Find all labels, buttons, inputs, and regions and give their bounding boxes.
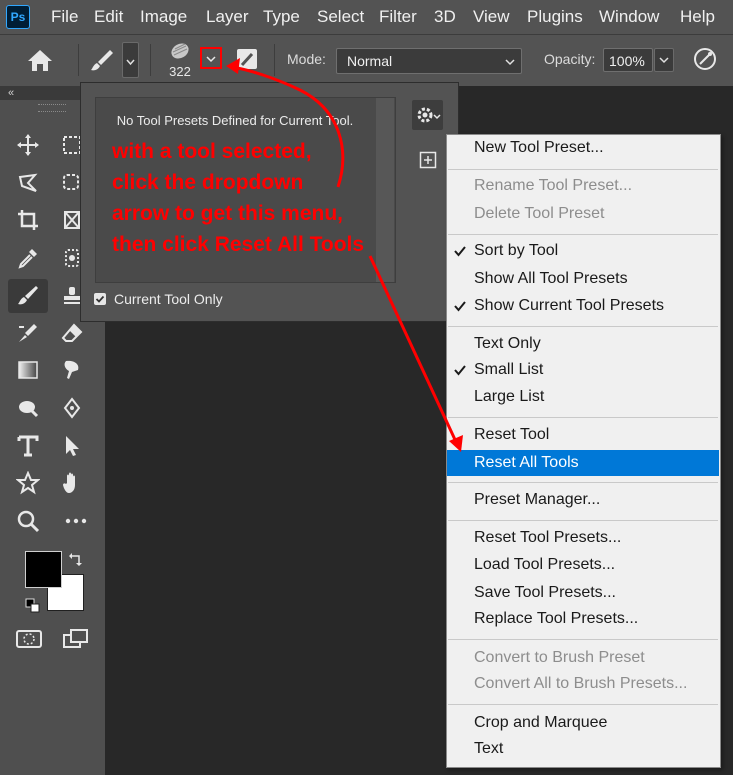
current-tool-only-checkbox[interactable]: Current Tool Only — [94, 291, 223, 307]
mode-label: Mode: — [287, 51, 326, 67]
menu-item-reset-tool[interactable]: Reset Tool — [447, 423, 719, 447]
brush-icon[interactable] — [8, 279, 48, 313]
menu-item-new-tool-preset[interactable]: New Tool Preset... — [447, 136, 719, 160]
pressure-opacity-icon[interactable] — [692, 46, 718, 72]
menu-item-convert-to-brush-preset: Convert to Brush Preset — [474, 649, 645, 666]
foreground-color-swatch[interactable] — [25, 551, 62, 588]
menu-item-convert-all-to-brush-presets: Convert All to Brush Presets... — [474, 675, 688, 692]
brush-picker-dropdown-arrow[interactable] — [200, 47, 222, 69]
menu-separator — [448, 482, 718, 483]
hand-icon[interactable] — [55, 468, 89, 498]
menu-item-large-list[interactable]: Large List — [447, 385, 719, 409]
lasso-icon[interactable] — [11, 168, 45, 198]
menu-separator — [448, 704, 718, 705]
menu-item-text-only[interactable]: Text Only — [447, 332, 719, 356]
blend-mode-value: Normal — [347, 53, 393, 69]
brush-size-value: 322 — [169, 64, 191, 79]
screen-mode-icon[interactable] — [62, 628, 90, 650]
menu-separator — [448, 417, 718, 418]
default-colors-icon[interactable] — [25, 598, 41, 614]
menu-item-delete-tool-preset: Delete Tool Preset — [474, 205, 605, 222]
annotation-line: click the dropdown — [112, 171, 304, 194]
menu-item-rename-tool-preset: Rename Tool Preset... — [474, 177, 633, 194]
menu-plugins[interactable]: Plugins — [527, 0, 583, 34]
menu-layer[interactable]: Layer — [206, 0, 249, 34]
menu-file[interactable]: File — [51, 0, 78, 34]
menu-image[interactable]: Image — [140, 0, 187, 34]
blend-mode-select[interactable]: Normal — [336, 48, 522, 74]
tutorial-annotation: with a tool selected, click the dropdown… — [112, 136, 364, 260]
menu-item-reset-all-tools[interactable]: Reset All Tools — [447, 450, 719, 476]
quick-mask-icon[interactable] — [15, 628, 43, 650]
menu-item-show-current-tool-presets[interactable]: Show Current Tool Presets — [447, 294, 719, 318]
dodge-icon[interactable] — [11, 393, 45, 423]
menu-separator — [448, 326, 718, 327]
menu-item-show-all-tool-presets[interactable]: Show All Tool Presets — [447, 267, 719, 291]
options-divider — [150, 44, 151, 76]
smudge-icon[interactable] — [55, 355, 89, 385]
eyedropper-icon[interactable] — [11, 243, 45, 273]
menu-view[interactable]: View — [473, 0, 510, 34]
move-icon[interactable] — [11, 130, 45, 160]
menu-item-save-tool-presets[interactable]: Save Tool Presets... — [447, 581, 719, 605]
swap-colors-icon[interactable] — [68, 551, 84, 567]
menu-window[interactable]: Window — [599, 0, 659, 34]
menu-type[interactable]: Type — [263, 0, 300, 34]
brush-tool-icon[interactable] — [88, 47, 116, 73]
create-new-preset-icon[interactable] — [419, 151, 437, 169]
brush-settings-panel-icon[interactable] — [234, 46, 260, 72]
menu-item-load-tool-presets[interactable]: Load Tool Presets... — [447, 553, 719, 577]
menu-item-reset-tool-presets[interactable]: Reset Tool Presets... — [447, 526, 719, 550]
type-icon[interactable] — [11, 431, 45, 461]
menu-item-preset-manager[interactable]: Preset Manager... — [447, 488, 719, 512]
opacity-label: Opacity: — [544, 51, 596, 67]
photoshop-logo-icon: Ps — [6, 5, 30, 29]
no-presets-message: No Tool Presets Defined for Current Tool… — [116, 113, 354, 128]
annotation-line: then click Reset All Tools — [112, 233, 365, 256]
menu-separator — [448, 169, 718, 170]
menu-item-sort-by-tool[interactable]: Sort by Tool — [447, 239, 719, 263]
menu-separator — [448, 234, 718, 235]
menu-separator — [448, 639, 718, 640]
menu-item-text[interactable]: Text — [447, 737, 719, 761]
collapse-chevrons-icon[interactable]: « — [8, 86, 14, 100]
annotation-line: arrow to get this menu, — [112, 202, 344, 225]
presets-menu-button[interactable] — [412, 100, 443, 130]
panel-grip[interactable] — [38, 104, 66, 112]
pen-icon[interactable] — [55, 393, 89, 423]
home-icon[interactable] — [26, 47, 54, 73]
zoom-icon[interactable] — [11, 506, 45, 536]
menu-item-crop-and-marquee[interactable]: Crop and Marquee — [447, 711, 719, 735]
eraser-icon[interactable] — [55, 318, 89, 348]
crop-icon[interactable] — [11, 205, 45, 235]
menu-3d[interactable]: 3D — [434, 0, 456, 34]
menu-select[interactable]: Select — [317, 0, 364, 34]
history-brush-icon[interactable] — [11, 318, 45, 348]
shape-icon[interactable] — [11, 468, 45, 498]
annotation-line: with a tool selected, — [112, 140, 312, 163]
options-divider — [78, 44, 79, 76]
presets-scrollbar[interactable] — [376, 98, 394, 282]
tool-preset-dropdown-button[interactable] — [122, 42, 139, 78]
brush-tip-preview-icon[interactable] — [168, 40, 192, 62]
current-tool-only-label: Current Tool Only — [114, 291, 223, 307]
gradient-icon[interactable] — [11, 355, 45, 385]
menu-edit[interactable]: Edit — [94, 0, 123, 34]
opacity-dropdown-button[interactable] — [654, 48, 674, 72]
checkbox-checked-icon[interactable] — [94, 293, 106, 305]
menu-item-replace-tool-presets[interactable]: Replace Tool Presets... — [447, 607, 719, 631]
menu-separator — [448, 520, 718, 521]
menu-filter[interactable]: Filter — [379, 0, 417, 34]
opacity-input[interactable]: 100% — [603, 48, 653, 72]
checkmark-icon — [453, 294, 467, 326]
menu-help[interactable]: Help — [680, 0, 715, 34]
menu-item-small-list[interactable]: Small List — [447, 358, 719, 382]
more-icon[interactable] — [59, 506, 93, 536]
path-select-icon[interactable] — [55, 431, 89, 461]
options-divider — [274, 44, 275, 76]
